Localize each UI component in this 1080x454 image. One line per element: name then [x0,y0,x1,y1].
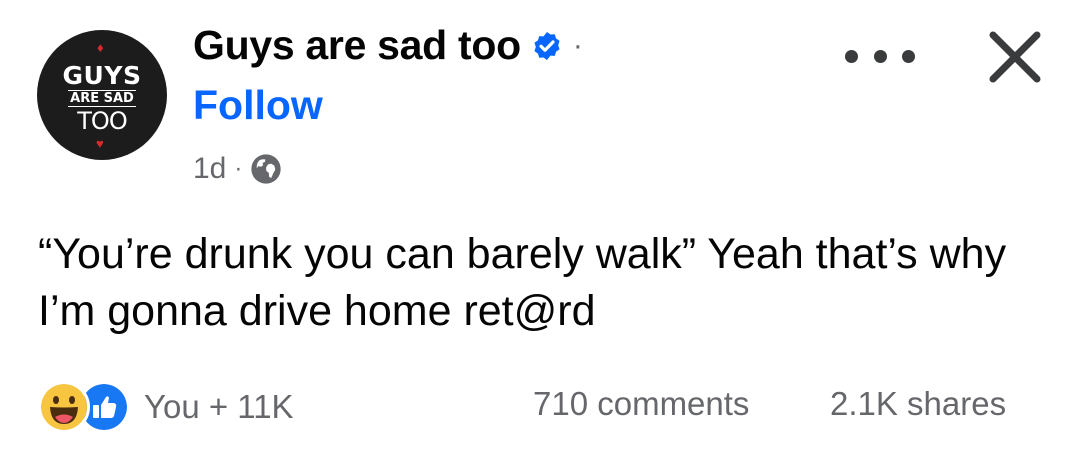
more-dot [902,49,915,63]
page-avatar[interactable]: ♦ GUYS ARE SAD TOO ♥ [37,30,167,160]
separator-dot: · [572,28,583,62]
reactions-count: You + 11K [144,388,294,425]
avatar-text-line2: ARE SAD [68,90,136,107]
more-dot [873,49,887,63]
comments-count[interactable]: 710 comments [533,385,749,423]
separator-dot: · [234,155,243,182]
more-dot [845,49,858,63]
heart-icon: ♦ [97,40,104,55]
reactions-summary[interactable]: You + 11K [38,381,294,433]
avatar-text-line3: TOO [77,107,127,135]
more-options-icon[interactable] [845,38,915,74]
heart-icon: ♥ [96,136,104,151]
haha-reaction-icon [38,381,90,433]
shares-count[interactable]: 2.1K shares [830,385,1006,423]
follow-button[interactable]: Follow [193,82,323,129]
globe-icon [251,154,282,184]
post-meta: 1d · [193,152,282,186]
post-header-title-row: Guys are sad too · [193,22,583,69]
close-icon[interactable] [985,27,1045,87]
avatar-text-line1: GUYS [62,61,142,90]
post-text: “You’re drunk you can barely walk” Yeah … [38,230,1007,335]
post-timestamp[interactable]: 1d [193,152,226,186]
verified-badge-icon [534,31,560,60]
page-name[interactable]: Guys are sad too [193,22,521,69]
